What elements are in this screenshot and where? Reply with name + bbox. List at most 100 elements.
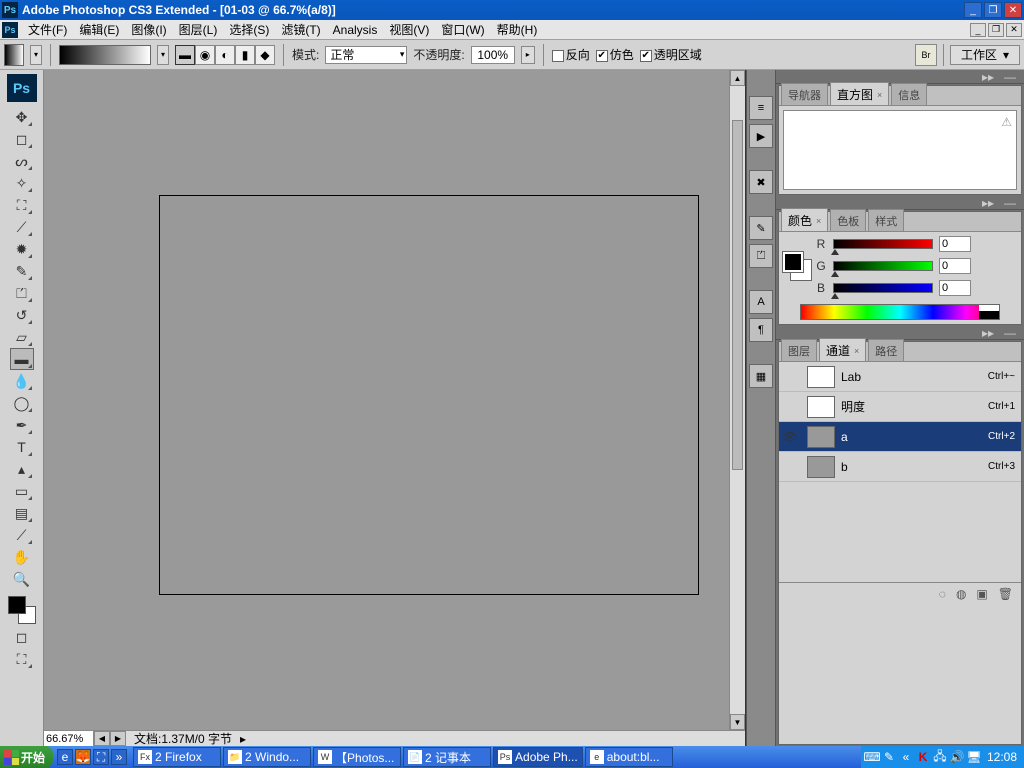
taskbar-task[interactable]: Fx2 Firefox (133, 747, 221, 767)
tool-presets-panel-icon[interactable]: ✖ (749, 170, 773, 194)
b-slider[interactable] (833, 283, 933, 293)
menu-window[interactable]: 窗口(W) (435, 19, 490, 40)
gradient-reflected-button[interactable]: ▮ (235, 45, 255, 65)
b-value[interactable] (939, 280, 971, 296)
paragraph-panel-icon[interactable]: ¶ (749, 318, 773, 342)
hand-tool[interactable]: ✋ (10, 546, 34, 568)
character-panel-icon[interactable]: A (749, 290, 773, 314)
gradient-linear-button[interactable]: ▬ (175, 45, 195, 65)
tray-av-icon[interactable]: K (916, 750, 930, 764)
collapse-dock-button[interactable]: ▸▸ (982, 326, 994, 340)
document-canvas[interactable] (159, 195, 699, 595)
quick-mask-toggle[interactable]: ◻ (10, 626, 34, 648)
taskbar-task[interactable]: PsAdobe Ph... (493, 747, 583, 767)
start-button[interactable]: 开始 (0, 746, 53, 768)
channel-row[interactable]: b Ctrl+3 (779, 452, 1021, 482)
magic-wand-tool[interactable]: ✧ (10, 172, 34, 194)
channel-row[interactable]: 明度 Ctrl+1 (779, 392, 1021, 422)
opacity-flyout[interactable]: ▸ (521, 46, 535, 64)
status-flyout[interactable]: ▸ (240, 732, 246, 746)
dodge-tool[interactable]: ◯ (10, 392, 34, 414)
save-selection-button[interactable]: ◍ (956, 587, 966, 601)
tray-volume-icon[interactable]: 🔊 (950, 750, 964, 764)
tab-layers[interactable]: 图层 (781, 339, 817, 361)
tab-channels[interactable]: 通道× (819, 338, 866, 361)
taskbar-task[interactable]: W【Photos... (313, 747, 401, 767)
tab-styles[interactable]: 样式 (868, 209, 904, 231)
close-icon[interactable]: × (816, 216, 821, 226)
tab-info[interactable]: 信息 (891, 83, 927, 105)
ql-desktop-icon[interactable]: ⛶ (93, 749, 109, 765)
tool-preset-picker[interactable] (4, 44, 24, 66)
menu-view[interactable]: 视图(V) (383, 19, 435, 40)
pen-tool[interactable]: ✒ (10, 414, 34, 436)
channel-row[interactable]: 👁 a Ctrl+2 (779, 422, 1021, 452)
scroll-thumb-v[interactable] (732, 120, 743, 470)
move-tool[interactable]: ✥ (10, 106, 34, 128)
zoom-tool[interactable]: 🔍 (10, 568, 34, 590)
ql-firefox-icon[interactable]: 🦊 (75, 749, 91, 765)
eyedropper-tool[interactable]: ⟋ (10, 524, 34, 546)
taskbar-clock[interactable]: 12:08 (984, 750, 1020, 764)
collapse-dock-button[interactable]: ▸▸ (982, 196, 994, 210)
go-to-bridge-button[interactable]: Br (915, 44, 937, 66)
ql-expand[interactable]: » (111, 749, 127, 765)
opacity-input[interactable] (471, 46, 515, 64)
tab-paths[interactable]: 路径 (868, 339, 904, 361)
blend-mode-select[interactable]: 正常 (325, 46, 407, 64)
slice-tool[interactable]: ⟋ (10, 216, 34, 238)
gradient-tool[interactable]: ▬ (10, 348, 34, 370)
zoom-level-input[interactable]: 66.67% (44, 731, 94, 746)
minimize-button[interactable]: _ (964, 2, 982, 18)
menu-help[interactable]: 帮助(H) (491, 19, 544, 40)
visibility-toggle[interactable]: 👁 (779, 430, 801, 444)
clone-source-panel-icon[interactable]: ⏍ (749, 244, 773, 268)
menu-analysis[interactable]: Analysis (327, 21, 384, 39)
fg-swatch[interactable] (783, 252, 803, 272)
eraser-tool[interactable]: ▱ (10, 326, 34, 348)
taskbar-task[interactable]: 📄2 记事本 (403, 747, 491, 767)
tab-swatches[interactable]: 色板 (830, 209, 866, 231)
marquee-tool[interactable]: ◻ (10, 128, 34, 150)
scroll-right-button[interactable]: ▶ (110, 731, 126, 746)
dither-checkbox[interactable]: ✔仿色 (596, 46, 634, 63)
gradient-picker-dropdown[interactable]: ▾ (157, 45, 169, 65)
foreground-color[interactable] (8, 596, 26, 614)
gradient-diamond-button[interactable]: ◆ (255, 45, 275, 65)
blur-tool[interactable]: 💧 (10, 370, 34, 392)
doc-minimize-button[interactable]: _ (970, 23, 986, 37)
panel-menu-button[interactable]: — (1004, 326, 1016, 340)
crop-tool[interactable]: ⛶ (10, 194, 34, 216)
transparency-checkbox[interactable]: ✔透明区域 (640, 46, 702, 63)
layer-comps-panel-icon[interactable]: ▦ (749, 364, 773, 388)
reverse-checkbox[interactable]: 反向 (552, 46, 590, 63)
tab-color[interactable]: 颜色× (781, 208, 828, 231)
gradient-preview[interactable] (59, 45, 151, 65)
actions-panel-icon[interactable]: ▶ (749, 124, 773, 148)
ql-ie-icon[interactable]: e (57, 749, 73, 765)
menu-select[interactable]: 选择(S) (223, 19, 275, 40)
lasso-tool[interactable]: ᔕ (10, 150, 34, 172)
tool-preset-dropdown[interactable]: ▾ (30, 45, 42, 65)
tab-navigator[interactable]: 导航器 (781, 83, 828, 105)
app-icon-small[interactable]: Ps (2, 22, 18, 38)
stamp-tool[interactable]: ⏍ (10, 282, 34, 304)
r-value[interactable] (939, 236, 971, 252)
new-channel-button[interactable]: ▣ (976, 587, 987, 601)
workspace-menu[interactable]: 工作区▾ (950, 45, 1020, 65)
path-selection-tool[interactable]: ▴ (10, 458, 34, 480)
menu-file[interactable]: 文件(F) (22, 19, 73, 40)
type-tool[interactable]: T (10, 436, 34, 458)
brushes-panel-icon[interactable]: ✎ (749, 216, 773, 240)
menu-filter[interactable]: 滤镜(T) (275, 19, 326, 40)
menu-layer[interactable]: 图层(L) (173, 19, 224, 40)
tray-ime-icon[interactable]: ✎ (882, 750, 896, 764)
history-brush-tool[interactable]: ↺ (10, 304, 34, 326)
panel-menu-button[interactable]: — (1004, 196, 1016, 210)
healing-brush-tool[interactable]: ✹ (10, 238, 34, 260)
delete-channel-button[interactable]: 🗑 (998, 587, 1013, 601)
tray-expand[interactable]: « (899, 750, 913, 764)
history-panel-icon[interactable]: ≡ (749, 96, 773, 120)
close-button[interactable]: ✕ (1004, 2, 1022, 18)
doc-restore-button[interactable]: ❐ (988, 23, 1004, 37)
